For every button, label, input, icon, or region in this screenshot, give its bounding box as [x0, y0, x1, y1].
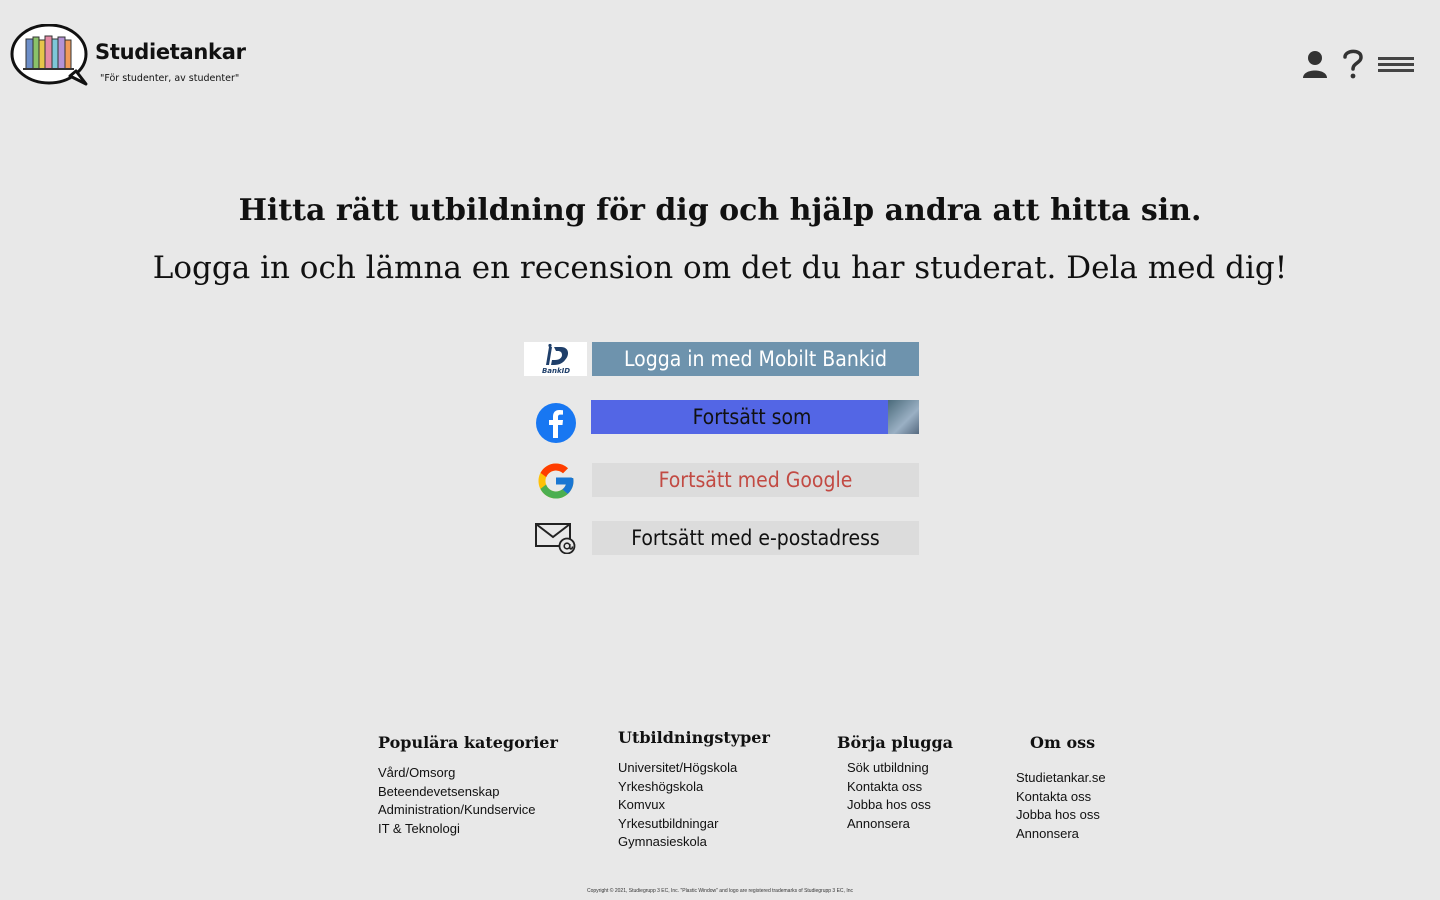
- facebook-icon[interactable]: [524, 403, 587, 443]
- footer-link[interactable]: Beteendevetsenskap: [378, 783, 558, 802]
- header-actions: [1302, 48, 1414, 80]
- email-icon[interactable]: [524, 521, 587, 555]
- footer-link[interactable]: Yrkeshögskola: [618, 778, 770, 797]
- footer-link[interactable]: Kontakta oss: [1016, 788, 1106, 807]
- logo-bubble-icon: [10, 24, 88, 86]
- google-login-button[interactable]: Fortsätt med Google: [592, 463, 919, 497]
- facebook-login-row: Fortsätt som: [524, 400, 919, 443]
- footer-link[interactable]: Vård/Omsorg: [378, 764, 558, 783]
- footer-link[interactable]: Administration/Kundservice: [378, 801, 558, 820]
- footer-link[interactable]: Studietankar.se: [1016, 769, 1106, 788]
- footer-link[interactable]: IT & Teknologi: [378, 820, 558, 839]
- hero-subtitle: Logga in och lämna en recension om det d…: [152, 250, 1288, 286]
- footer-start-studying: Börja plugga Sök utbildning Kontakta oss…: [837, 733, 953, 833]
- menu-icon[interactable]: [1378, 55, 1414, 73]
- brand-tagline: "För studenter, av studenter": [100, 73, 240, 84]
- footer-heading: Börja plugga: [837, 733, 953, 752]
- user-icon[interactable]: [1302, 50, 1328, 78]
- footer-link[interactable]: Yrkesutbildningar: [618, 815, 770, 834]
- hero-title: Hitta rätt utbildning för dig och hjälp …: [238, 193, 1202, 228]
- footer-heading: Om oss: [1030, 733, 1096, 752]
- footer-popular-categories: Populära kategorier Vård/Omsorg Beteende…: [378, 733, 558, 838]
- footer-link[interactable]: Kontakta oss: [847, 778, 953, 797]
- email-login-button[interactable]: Fortsätt med e-postadress: [592, 521, 919, 555]
- footer-link[interactable]: Komvux: [618, 796, 770, 815]
- footer-link[interactable]: Jobba hos oss: [1016, 806, 1106, 825]
- brand-name: Studietankar: [95, 40, 246, 64]
- google-login-row: Fortsätt med Google: [524, 463, 919, 499]
- footer-link[interactable]: Gymnasieskola: [618, 833, 770, 852]
- email-login-row: Fortsätt med e-postadress: [524, 521, 919, 555]
- facebook-avatar: [888, 400, 919, 434]
- bankid-login-row: BankID Logga in med Mobilt Bankid: [524, 342, 919, 376]
- help-icon[interactable]: [1342, 48, 1364, 80]
- footer-heading: Utbildningstyper: [618, 728, 770, 747]
- copyright-notice: Copyright © 2021, Studiegrupp 3 EC, Inc.…: [587, 888, 853, 894]
- bankid-icon: BankID: [524, 342, 587, 376]
- facebook-login-button[interactable]: Fortsätt som: [591, 400, 919, 434]
- bankid-login-button[interactable]: Logga in med Mobilt Bankid: [592, 342, 919, 376]
- google-icon[interactable]: [524, 461, 587, 501]
- footer-link[interactable]: Sök utbildning: [847, 759, 953, 778]
- footer-link[interactable]: Annonsera: [847, 815, 953, 834]
- facebook-button-label: Fortsätt som: [692, 405, 812, 429]
- footer-link[interactable]: Annonsera: [1016, 825, 1106, 844]
- bankid-logo-text: BankID: [541, 367, 569, 375]
- footer-link[interactable]: Universitet/Högskola: [618, 759, 770, 778]
- footer-about-us: Om oss Studietankar.se Kontakta oss Jobb…: [1016, 733, 1106, 843]
- footer-education-types: Utbildningstyper Universitet/Högskola Yr…: [618, 728, 770, 852]
- logo[interactable]: Studietankar "För studenter, av studente…: [10, 24, 250, 90]
- footer-link[interactable]: Jobba hos oss: [847, 796, 953, 815]
- footer-heading: Populära kategorier: [378, 733, 558, 752]
